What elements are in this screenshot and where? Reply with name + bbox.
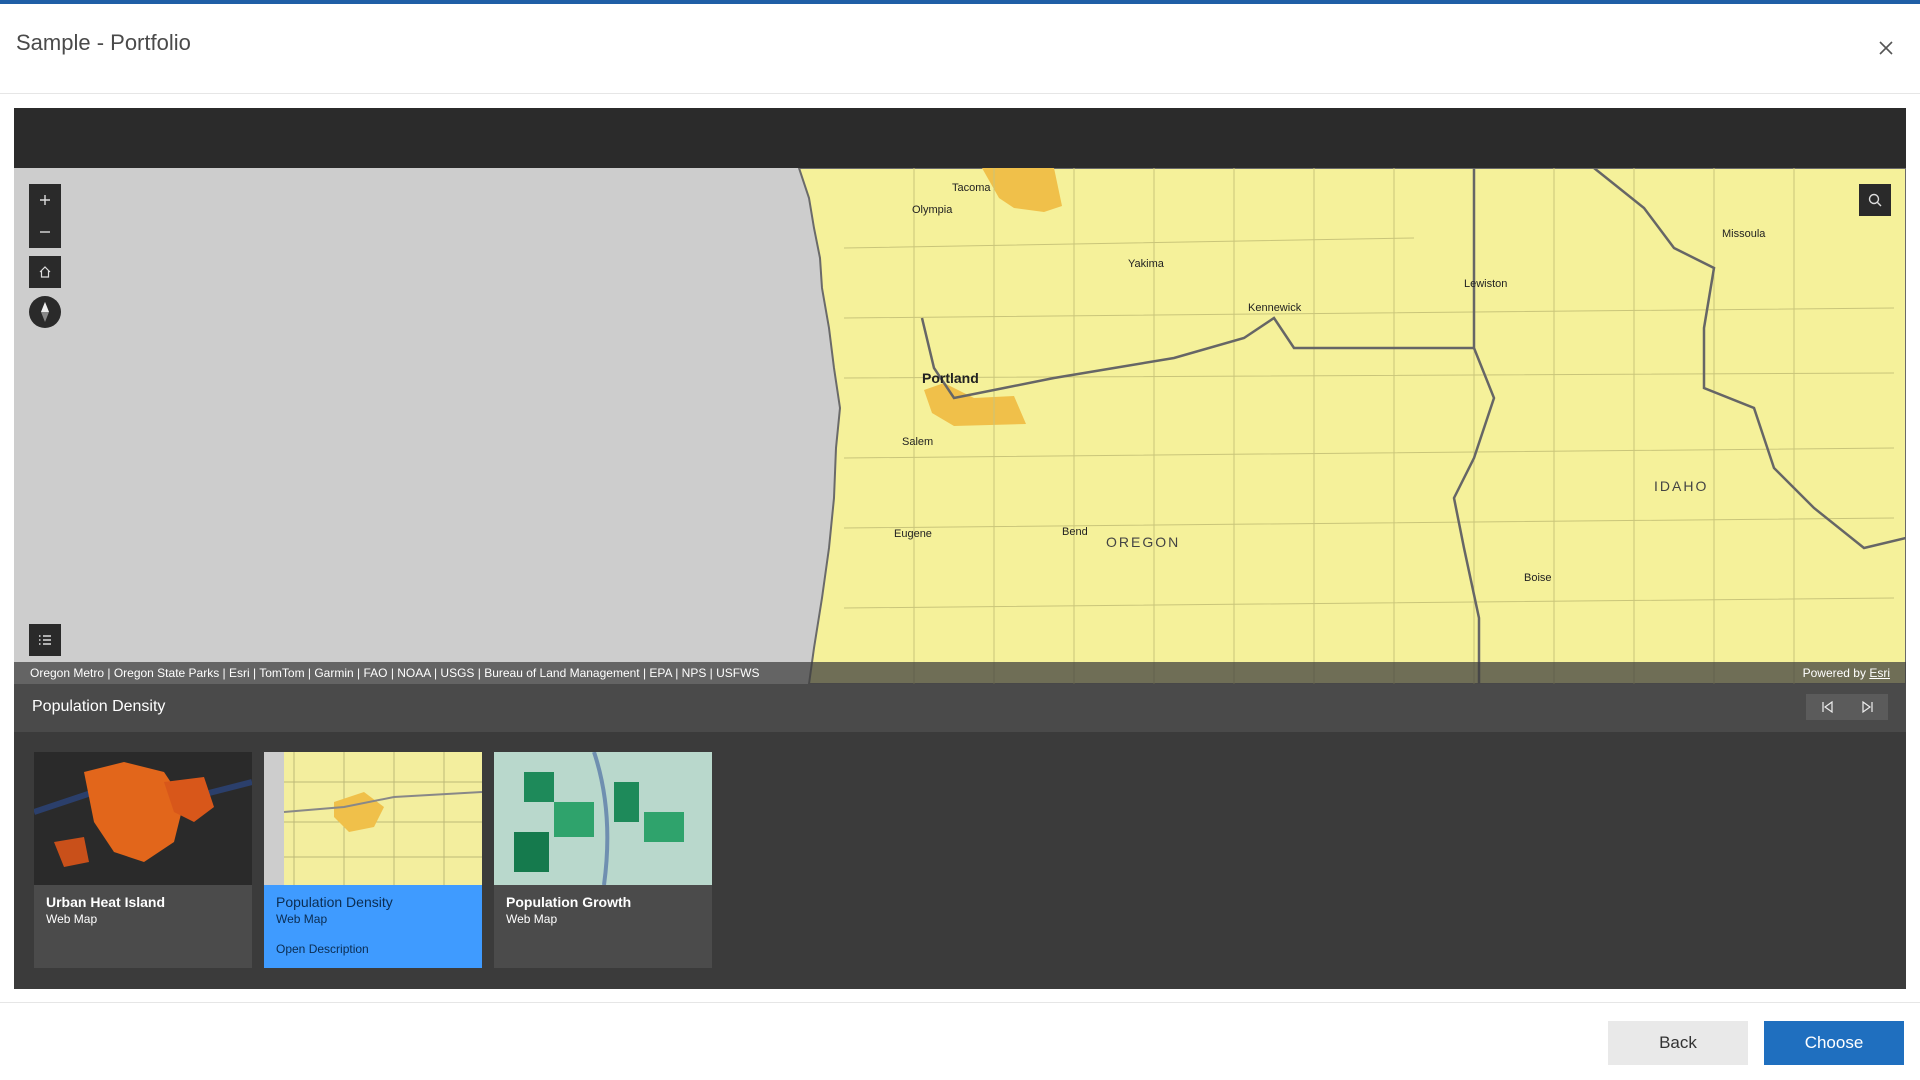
compass-button[interactable] (29, 296, 61, 328)
basemap (14, 168, 1906, 684)
plus-icon (40, 195, 50, 205)
carousel-card-population-density[interactable]: Population Density Web Map Open Descript… (264, 752, 482, 968)
compass-icon (41, 302, 49, 322)
dialog-header: Sample - Portfolio (0, 4, 1920, 94)
map-label-portland: Portland (922, 370, 979, 386)
map-label-olympia: Olympia (912, 204, 953, 216)
list-icon (39, 635, 51, 645)
item-carousel: Urban Heat Island Web Map Population Den… (14, 732, 1906, 989)
map-label-yakima: Yakima (1128, 258, 1164, 270)
back-button[interactable]: Back (1608, 1021, 1748, 1065)
card-thumbnail (264, 752, 482, 885)
map-label-lewiston: Lewiston (1464, 278, 1508, 290)
item-nav (1806, 694, 1888, 720)
dialog-footer: Back Choose (0, 1002, 1920, 1080)
powered-by: Powered by Esri (1802, 666, 1890, 680)
home-icon (39, 266, 51, 278)
map-label-salem: Salem (902, 436, 934, 448)
current-item-title: Population Density (32, 698, 166, 715)
card-type: Web Map (46, 912, 98, 926)
next-item-button[interactable] (1847, 694, 1888, 720)
esri-link[interactable]: Esri (1869, 666, 1890, 680)
open-description-link[interactable]: Open Description (276, 942, 369, 956)
choose-button[interactable]: Choose (1764, 1021, 1904, 1065)
skip-forward-icon (1861, 700, 1873, 714)
card-type: Web Map (276, 912, 328, 926)
app-header-bar (14, 108, 1906, 168)
map-label-boise: Boise (1524, 572, 1552, 584)
card-thumbnail (494, 752, 712, 885)
previous-item-button[interactable] (1806, 694, 1847, 720)
dialog-title: Sample - Portfolio (16, 30, 191, 55)
skip-back-icon (1821, 700, 1833, 714)
close-icon (1879, 41, 1893, 55)
minus-icon (40, 231, 50, 233)
card-title: Population Density (276, 894, 393, 910)
map-label-missoula: Missoula (1722, 228, 1766, 240)
map-attribution: Oregon Metro | Oregon State Parks | Esri… (14, 662, 1906, 684)
card-thumbnail (34, 752, 252, 885)
home-button[interactable] (29, 256, 61, 288)
map-label-eugene: Eugene (894, 528, 932, 540)
zoom-out-button[interactable] (29, 216, 61, 248)
legend-button[interactable] (29, 624, 61, 656)
carousel-card-urban-heat-island[interactable]: Urban Heat Island Web Map (34, 752, 252, 968)
map-view[interactable]: Tacoma Olympia Yakima Kennewick Lewiston… (14, 168, 1906, 684)
map-label-oregon: OREGON (1106, 534, 1181, 550)
close-button[interactable] (1870, 32, 1902, 64)
item-title-bar: Population Density (14, 684, 1906, 732)
search-button[interactable] (1859, 184, 1891, 216)
card-title: Population Growth (506, 894, 632, 910)
map-label-bend: Bend (1062, 526, 1088, 538)
search-icon (1868, 193, 1882, 207)
zoom-in-button[interactable] (29, 184, 61, 216)
map-label-idaho: IDAHO (1654, 478, 1709, 494)
carousel-card-population-growth[interactable]: Population Growth Web Map (494, 752, 712, 968)
map-viewer-panel: Tacoma Olympia Yakima Kennewick Lewiston… (14, 108, 1906, 989)
card-type: Web Map (506, 912, 558, 926)
map-label-tacoma: Tacoma (952, 182, 991, 194)
card-title: Urban Heat Island (46, 894, 166, 910)
map-label-kennewick: Kennewick (1248, 302, 1302, 314)
attribution-text: Oregon Metro | Oregon State Parks | Esri… (30, 666, 760, 680)
